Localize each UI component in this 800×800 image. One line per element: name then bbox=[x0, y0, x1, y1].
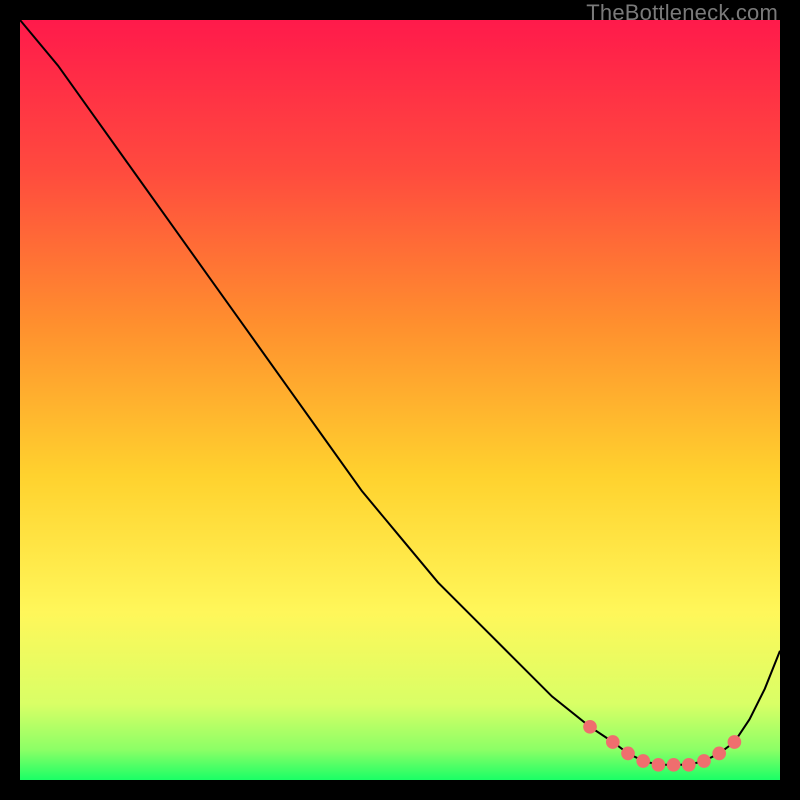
marker-point bbox=[636, 754, 650, 768]
marker-point bbox=[606, 735, 620, 749]
watermark-text: TheBottleneck.com bbox=[586, 0, 778, 26]
marker-point bbox=[652, 758, 666, 772]
gradient-background bbox=[20, 20, 780, 780]
marker-point bbox=[682, 758, 696, 772]
marker-point bbox=[728, 735, 742, 749]
marker-point bbox=[667, 758, 681, 772]
bottleneck-chart bbox=[20, 20, 780, 780]
marker-point bbox=[621, 747, 635, 761]
marker-point bbox=[697, 754, 711, 768]
chart-frame: TheBottleneck.com bbox=[0, 0, 800, 800]
marker-point bbox=[583, 720, 597, 734]
marker-point bbox=[712, 747, 726, 761]
